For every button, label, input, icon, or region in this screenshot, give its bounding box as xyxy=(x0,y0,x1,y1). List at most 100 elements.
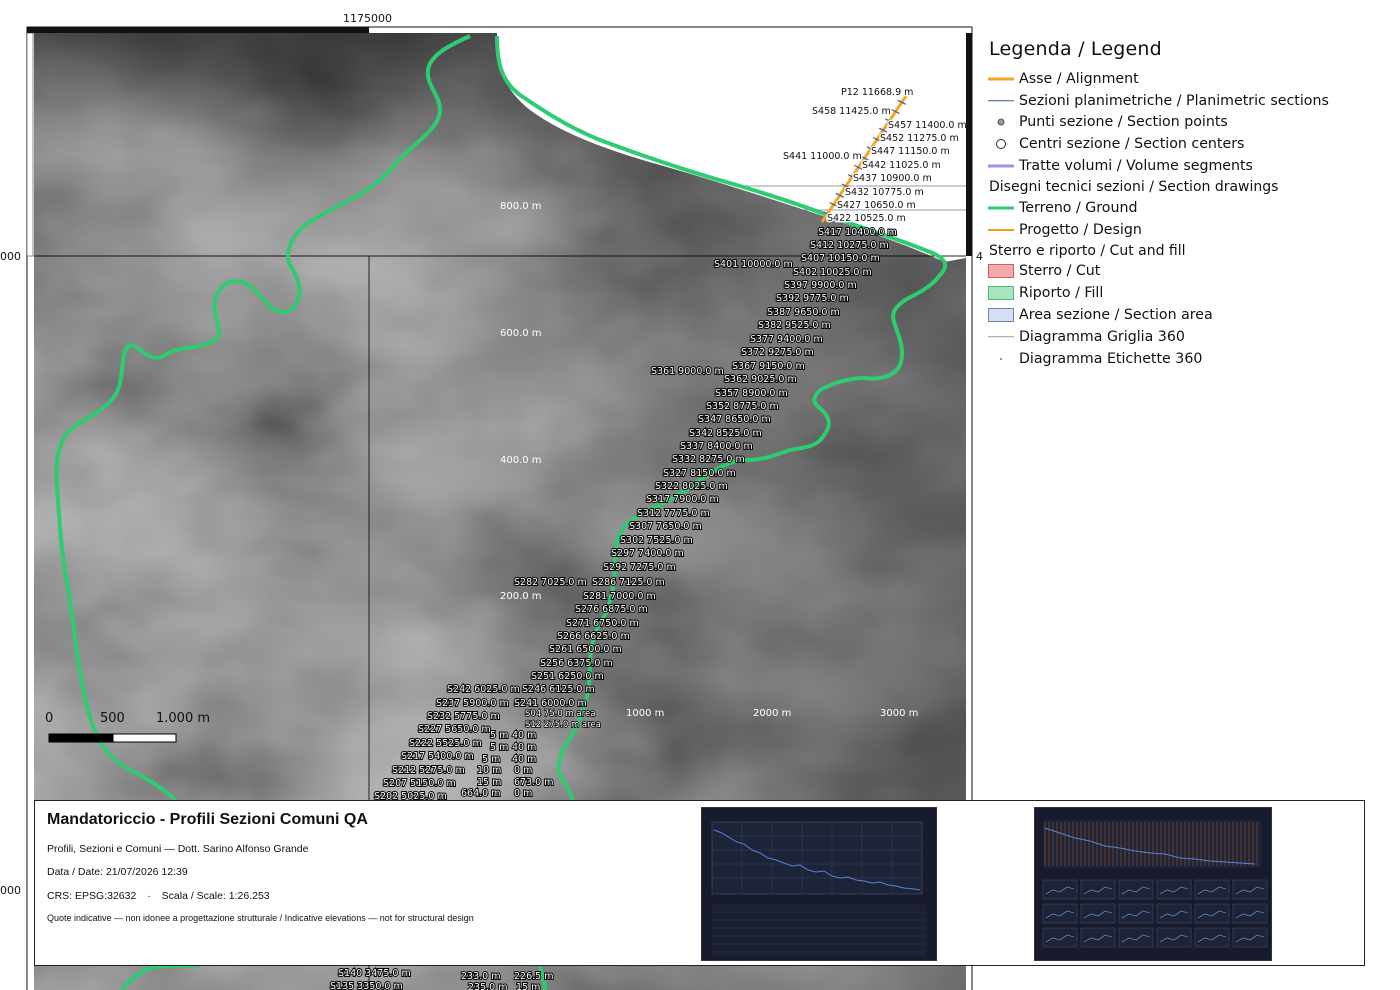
section-label: S135 3350.0 m xyxy=(330,981,403,990)
section-drawing-cell xyxy=(1156,879,1192,900)
coord-left-northing-upper: 000 xyxy=(0,250,21,263)
legend-item-label: Sezioni planimetriche / Planimetric sect… xyxy=(1019,92,1329,109)
misc-label: 226.5 m xyxy=(514,971,553,982)
section-label: S417 10400.0 m xyxy=(818,227,897,238)
section-label: S367 9150.0 m xyxy=(732,361,805,372)
legend-item-label: Diagramma Etichette 360 xyxy=(1019,350,1203,367)
legend-item-label: Punti sezione / Section points xyxy=(1019,114,1228,131)
section-drawing-cell xyxy=(1118,879,1154,900)
legend-symbol xyxy=(988,223,1014,237)
section-label: S266 6625.0 m xyxy=(557,631,630,642)
section-label: S237 5900.0 m xyxy=(436,698,509,709)
map-title: Mandatoriccio - Profili Sezioni Comuni Q… xyxy=(47,811,368,828)
misc-label: 233.0 m xyxy=(461,971,500,982)
section-label: S372 9275.0 m xyxy=(741,347,814,358)
section-drawing-cell xyxy=(1042,879,1078,900)
contour-label: 600.0 m xyxy=(500,328,542,339)
contour-label: 800.0 m xyxy=(500,201,542,212)
map-subtitle: Profili, Sezioni e Comuni — Dott. Sarino… xyxy=(47,843,309,855)
section-label: S397 9900.0 m xyxy=(784,280,857,291)
section-label: S286 7125.0 m xyxy=(592,577,665,588)
legend-item: Tratte volumi / Volume segments xyxy=(988,155,1388,177)
contour-label: 400.0 m xyxy=(500,455,542,466)
section-label: S271 6750.0 m xyxy=(566,618,639,629)
section-label: S297 7400.0 m xyxy=(611,548,684,559)
section-drawing-cell xyxy=(1156,927,1192,948)
misc-label: 10 m xyxy=(477,765,501,776)
section-label: S256 6375.0 m xyxy=(540,658,613,669)
map-crs-scale: CRS: EPSG:32632 · Scala / Scale: 1:26.25… xyxy=(47,890,270,902)
frame-tick-left xyxy=(26,32,34,257)
legend-item-label: Diagramma Griglia 360 xyxy=(1019,328,1185,345)
section-label: S457 11400.0 m xyxy=(888,120,967,131)
contour-label: 200.0 m xyxy=(500,591,542,602)
section-label: S140 3475.0 m xyxy=(338,968,411,979)
section-label: S251 6250.0 m xyxy=(531,671,604,682)
section-label: P12 11668.9 m xyxy=(841,87,913,98)
misc-label: 5 m xyxy=(490,730,508,741)
legend-group-cutfill-heading: Sterro e riporto / Cut and fill xyxy=(989,242,1186,259)
section-label: S322 8025.0 m xyxy=(655,481,728,492)
section-drawing-cell xyxy=(1042,903,1078,924)
section-drawing-cell xyxy=(1042,927,1078,948)
section-label: S241 6000.0 m xyxy=(514,698,587,709)
section-label: S392 9775.0 m xyxy=(776,293,849,304)
legend-symbol xyxy=(988,286,1014,301)
section-label: S347 8650.0 m xyxy=(698,414,771,425)
legend-item: Diagramma Griglia 360 xyxy=(988,326,1388,348)
legend-item: Sterro / Cut xyxy=(988,261,1388,283)
section-drawing-cell xyxy=(1194,879,1230,900)
section-label: S432 10775.0 m xyxy=(845,187,924,198)
map-scale: Scala / Scale: 1:26.253 xyxy=(161,890,270,902)
section-drawing-cell xyxy=(1232,927,1268,948)
legend-symbol xyxy=(988,94,1014,108)
legend-symbol xyxy=(988,159,1014,173)
section-label: S447 11150.0 m xyxy=(871,146,950,157)
legend-item: Punti sezione / Section points xyxy=(988,112,1388,134)
section-label: S261 6500.0 m xyxy=(549,644,622,655)
scale-bar-label-1000: 1.000 m xyxy=(156,711,210,726)
section-label: S361 9000.0 m xyxy=(651,366,724,377)
legend-item: Riporto / Fill xyxy=(988,282,1388,304)
section-label: S362 9025.0 m xyxy=(724,374,797,385)
legend-item-label: Progetto / Design xyxy=(1019,221,1142,238)
misc-label: 40 m xyxy=(512,742,536,753)
misc-label: 5 m xyxy=(490,742,508,753)
area-label: S12 275.0 m area xyxy=(525,720,601,730)
misc-label: 40 m xyxy=(512,730,536,741)
section-drawing-cell xyxy=(1118,927,1154,948)
section-label: S437 10900.0 m xyxy=(853,173,932,184)
legend-symbol xyxy=(988,264,1014,279)
section-label: S242 6025.0 m xyxy=(447,684,520,695)
section-drawing-cell xyxy=(1232,879,1268,900)
section-label: S227 5650.0 m xyxy=(418,724,491,735)
section-label: S387 9650.0 m xyxy=(767,307,840,318)
legend-item: Centri sezione / Section centers xyxy=(988,133,1388,155)
distance-label: 3000 m xyxy=(880,708,918,719)
legend-group-drawings-heading: Disegni tecnici sezioni / Section drawin… xyxy=(989,178,1279,195)
section-drawing-cell xyxy=(1118,903,1154,924)
section-label: S312 7775.0 m xyxy=(637,508,710,519)
legend-item: Progetto / Design xyxy=(988,219,1388,241)
legend-symbol xyxy=(988,308,1014,323)
coord-left-northing-lower: 000 xyxy=(0,884,21,897)
misc-label: 40 m xyxy=(512,754,536,765)
misc-label: 673.0 m xyxy=(514,777,553,788)
profile-thumbnail[interactable] xyxy=(701,807,937,961)
title-block: Mandatoriccio - Profili Sezioni Comuni Q… xyxy=(34,800,1365,966)
map-disclaimer: Quote indicative — non idonee a progetta… xyxy=(47,913,474,923)
section-drawing-cell xyxy=(1232,903,1268,924)
legend-group-main: Asse / Alignment Sezioni planimetriche / … xyxy=(988,68,1388,177)
scale-bar-label-0: 0 xyxy=(45,711,53,726)
map-separator: · xyxy=(147,890,151,902)
sections-thumbnail[interactable] xyxy=(1034,807,1272,961)
section-label: S412 10275.0 m xyxy=(810,240,889,251)
section-drawing-cell xyxy=(1194,903,1230,924)
distance-label: 1000 m xyxy=(626,708,664,719)
legend-symbol xyxy=(988,330,1014,344)
section-label: S292 7275.0 m xyxy=(603,562,676,573)
section-label: S402 10025.0 m xyxy=(793,267,872,278)
legend-item-label: Riporto / Fill xyxy=(1019,285,1104,302)
section-label: S332 8275.0 m xyxy=(672,454,745,465)
profile-thumbnail-graphic xyxy=(702,808,936,960)
